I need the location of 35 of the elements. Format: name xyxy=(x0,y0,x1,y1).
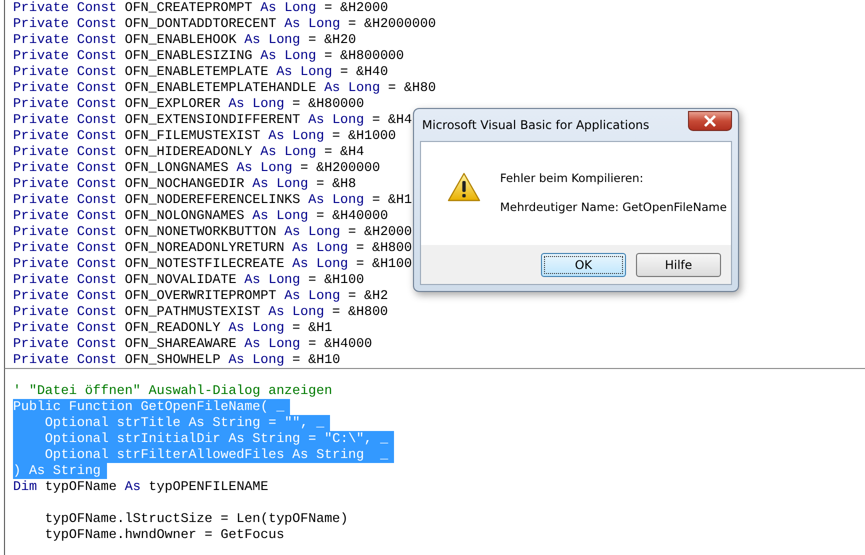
code-line: Private Const OFN_EXPLORER As Long = &H80000 xyxy=(13,96,366,112)
code-line: Private Const OFN_READONLY As Long = &H1 xyxy=(13,320,334,336)
code-line: Private Const OFN_NODEREFERENCELINKS As Long = &H1 xyxy=(13,192,413,208)
close-icon xyxy=(703,115,717,127)
code-line: ' "Datei öffnen" Auswahl-Dialog anzeigen xyxy=(13,383,334,399)
code-line: Private Const OFN_ENABLESIZING As Long = &H800000 xyxy=(13,48,406,64)
error-message: Mehrdeutiger Name: GetOpenFileName xyxy=(500,199,727,215)
code-line: Private Const OFN_PATHMUSTEXIST As Long = &H800 xyxy=(13,304,390,320)
code-line: Private Const OFN_NONETWORKBUTTON As Long = &H2000 xyxy=(13,224,413,240)
close-button[interactable] xyxy=(688,111,732,131)
code-line: Private Const OFN_NOVALIDATE As Long = &H100 xyxy=(13,272,366,288)
dialog-title: Microsoft Visual Basic for Applications xyxy=(421,118,650,132)
code-line: Private Const OFN_EXTENSIONDIFFERENT As Long = &H4 xyxy=(13,112,413,128)
code-line: Private Const OFN_OVERWRITEPROMPT As Long = &H2 xyxy=(13,288,390,304)
code-line: Private Const OFN_FILEMUSTEXIST As Long = &H1000 xyxy=(13,128,398,144)
code-line: Private Const OFN_HIDEREADONLY As Long = &H4 xyxy=(13,144,366,160)
code-line: Private Const OFN_ENABLETEMPLATEHANDLE As Long = &H80 xyxy=(13,80,437,96)
code-line: Private Const OFN_NOCHANGEDIR As Long = &H8 xyxy=(13,176,358,192)
error-message: Fehler beim Kompilieren: xyxy=(500,170,644,186)
code-line: typOFName.hwndOwner = GetFocus xyxy=(44,527,286,543)
warning-icon xyxy=(447,172,481,202)
code-line: Private Const OFN_NOTESTFILECREATE As Long = &H100 xyxy=(13,256,413,272)
code-line: Private Const OFN_CREATEPROMPT As Long = &H2000 xyxy=(13,0,390,16)
code-line: typOFName.lStructSize = Len(typOFName) xyxy=(44,510,350,527)
code-line: Private Const OFN_NOREADONLYRETURN As Long = &H800 xyxy=(13,240,413,256)
dialog-button[interactable]: Hilfe xyxy=(636,252,721,276)
code-line: Dim typOFName As typOPENFILENAME xyxy=(13,479,270,495)
code-line: Private Const OFN_SHAREAWARE As Long = &H4000 xyxy=(13,336,374,352)
code-line: Private Const OFN_LONGNAMES As Long = &H200000 xyxy=(13,160,382,176)
code-line: Private Const OFN_ENABLEHOOK As Long = &H20 xyxy=(13,32,358,48)
code-line: Private Const OFN_DONTADDTORECENT As Long = &H2000000 xyxy=(13,16,437,32)
code-line: Private Const OFN_SHOWHELP As Long = &H10 xyxy=(13,352,342,368)
dialog-button[interactable]: OK xyxy=(541,252,626,276)
code-line: Private Const OFN_NOLONGNAMES As Long = &H40000 xyxy=(13,208,390,224)
code-line: Private Const OFN_ENABLETEMPLATE As Long = &H40 xyxy=(13,64,390,80)
